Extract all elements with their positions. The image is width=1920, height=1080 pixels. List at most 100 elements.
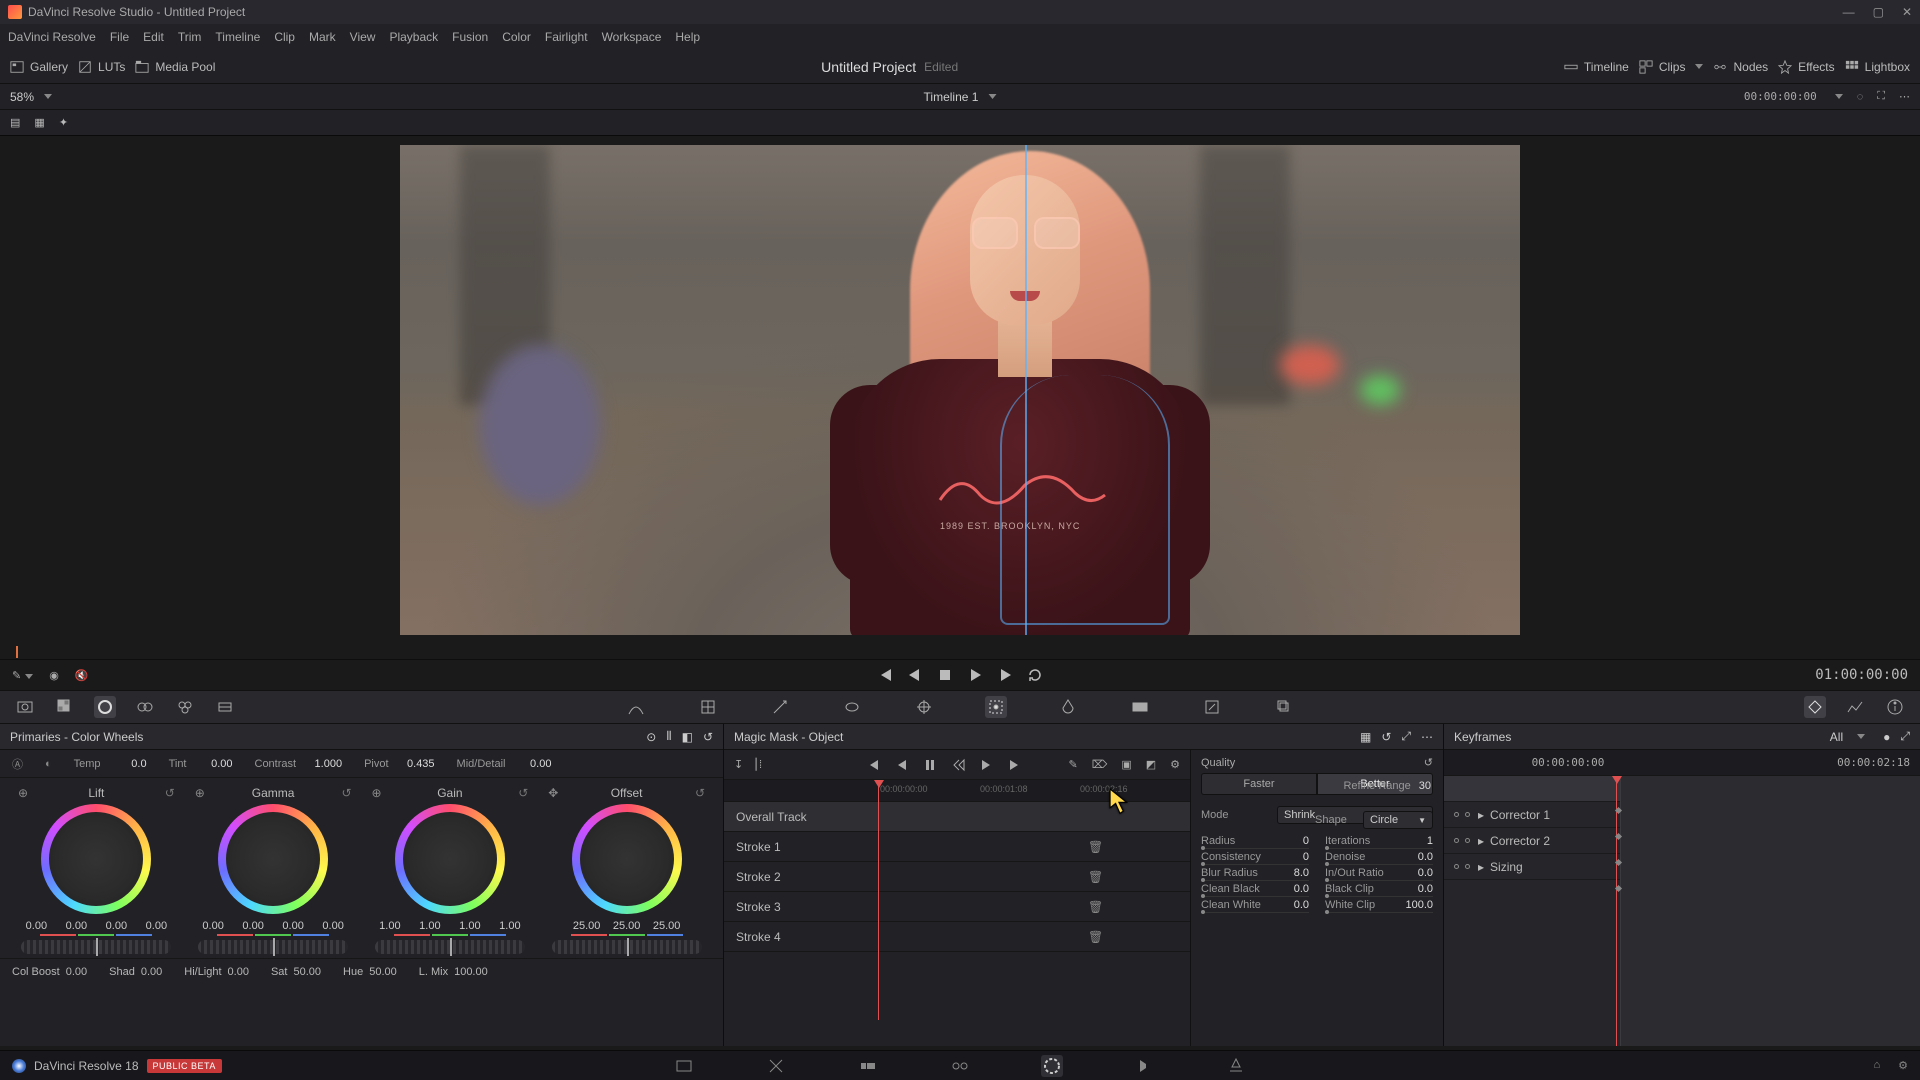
mm-reset-icon[interactable]: ↺ [1381,730,1391,744]
window-icon[interactable] [841,696,863,718]
playhead-marker[interactable] [16,646,18,658]
image-wipe-icon[interactable]: ▤ [10,116,20,129]
track-first-button[interactable] [867,758,881,772]
contrast-value[interactable]: 1.000 [302,758,342,770]
lift-jog[interactable] [21,940,171,954]
param-value[interactable]: 0.0 [1294,899,1309,911]
param-value[interactable]: 0.0 [1418,883,1433,895]
page-color[interactable] [1041,1055,1063,1077]
trash-icon[interactable]: 🗑 [1088,900,1178,914]
blur-sharpen-icon[interactable] [1057,696,1079,718]
zoom-dropdown[interactable]: 58% [10,90,52,104]
pick-white-icon[interactable]: ◐ [45,758,52,770]
wheel-value[interactable]: 1.00 [374,920,406,932]
3d-icon[interactable] [1273,696,1295,718]
page-cut[interactable] [765,1055,787,1077]
trash-icon[interactable]: 🗑 [1088,930,1178,944]
wheel-mode-dot-icon[interactable]: ⊙ [646,730,656,744]
wheel-reset-icon[interactable]: ↺ [341,786,351,800]
gain-jog[interactable] [375,940,525,954]
qualifier-picker-icon[interactable]: ✎ [12,669,33,682]
menu-item[interactable]: File [110,30,129,44]
track-back-button[interactable] [895,758,909,772]
stop-button[interactable] [937,667,953,683]
param-value[interactable]: 0 [1303,851,1309,863]
wheel-value[interactable]: 25.00 [651,920,683,932]
shelf-lightbox[interactable]: Lightbox [1845,60,1910,74]
info-icon[interactable] [1884,696,1906,718]
quality-faster-button[interactable]: Faster [1201,773,1317,795]
page-media[interactable] [673,1055,695,1077]
keyframe-dot-icon[interactable]: ● [1883,730,1890,744]
shelf-media-pool[interactable]: Media Pool [135,60,215,74]
wheel-value[interactable]: 25.00 [611,920,643,932]
shape-select[interactable]: Circle▼ [1363,811,1433,829]
param-value[interactable]: 1 [1427,835,1433,847]
gamma-jog[interactable] [198,940,348,954]
param-value[interactable]: 0.0 [1418,867,1433,879]
menu-item[interactable]: Mark [309,30,336,44]
page-fusion[interactable] [949,1055,971,1077]
keyframe-expand-icon[interactable]: ⤢ [1900,729,1910,744]
gamma-wheel[interactable] [218,804,328,914]
wheel-reset-icon[interactable]: ↺ [165,786,175,800]
minimize-icon[interactable]: — [1843,5,1855,19]
page-fairlight[interactable] [1133,1055,1155,1077]
key-icon[interactable] [1129,696,1151,718]
wheel-value[interactable]: 0.00 [197,920,229,932]
wheel-value[interactable]: 1.00 [494,920,526,932]
prim-value[interactable]: 50.00 [293,966,321,978]
param-value[interactable]: 100.0 [1405,899,1433,911]
mm-preset-icon[interactable]: ▦ [1360,730,1371,744]
wheel-value[interactable]: 0.00 [277,920,309,932]
hdr-wheels-icon[interactable] [134,696,156,718]
wheel-value[interactable]: 25.00 [571,920,603,932]
color-warper-icon[interactable] [697,696,719,718]
close-icon[interactable]: ✕ [1902,5,1912,19]
param-value[interactable]: 8.0 [1294,867,1309,879]
wheel-mode-bar-icon[interactable]: ⦀ [666,729,671,744]
magic-mask-icon[interactable] [985,696,1007,718]
keyframe-filter[interactable]: All [1830,730,1843,744]
wheel-value[interactable]: 0.00 [317,920,349,932]
split-screen-icon[interactable]: ▦ [34,116,44,129]
shelf-nodes[interactable]: Nodes [1713,60,1768,74]
reset-icon[interactable]: ↺ [703,730,713,744]
loop-button[interactable] [1027,667,1043,683]
home-icon[interactable]: ⌂ [1873,1059,1880,1072]
menu-item[interactable]: DaVinci Resolve [8,30,96,44]
wheel-value[interactable]: 0.00 [20,920,52,932]
scopes-icon[interactable] [1844,696,1866,718]
refine-value[interactable]: 30 [1419,780,1431,792]
sizing-icon[interactable] [1201,696,1223,718]
wheel-value[interactable]: 0.00 [140,920,172,932]
menu-item[interactable]: Trim [178,30,202,44]
auto-balance-icon[interactable]: Ⓐ [12,756,23,772]
bypass-icon[interactable]: ◌ [1857,91,1864,103]
color-checker-icon[interactable] [54,696,76,718]
highlight-icon[interactable]: ✦ [59,116,68,129]
onion-skin-icon[interactable]: ◉ [49,669,59,682]
tracker-icon[interactable] [913,696,935,718]
mm-track-row[interactable]: Overall Track [724,802,1190,832]
wheel-reset-icon[interactable]: ↺ [695,786,705,800]
menu-item[interactable]: Playback [389,30,438,44]
middetail-value[interactable]: 0.00 [511,758,551,770]
timeline-name[interactable]: Timeline 1 [924,90,979,104]
menu-item[interactable]: Timeline [215,30,260,44]
wheel-value[interactable]: 0.00 [237,920,269,932]
wheel-value[interactable]: 1.00 [414,920,446,932]
menu-item[interactable]: View [350,30,376,44]
shelf-clips[interactable]: Clips [1639,60,1704,74]
shelf-timeline[interactable]: Timeline [1564,60,1629,74]
wheel-value[interactable]: 1.00 [454,920,486,932]
mm-expand-icon[interactable]: ⤢ [1401,729,1411,744]
page-edit[interactable] [857,1055,879,1077]
shelf-gallery[interactable]: Gallery [10,60,68,74]
expand-icon[interactable]: ⛶ [1877,90,1885,103]
wheel-reset-icon[interactable]: ↺ [518,786,528,800]
rgb-mixer-icon[interactable] [174,696,196,718]
menu-item[interactable]: Edit [143,30,164,44]
mm-options-icon[interactable]: ⋯ [1421,730,1433,744]
prim-value[interactable]: 50.00 [369,966,397,978]
